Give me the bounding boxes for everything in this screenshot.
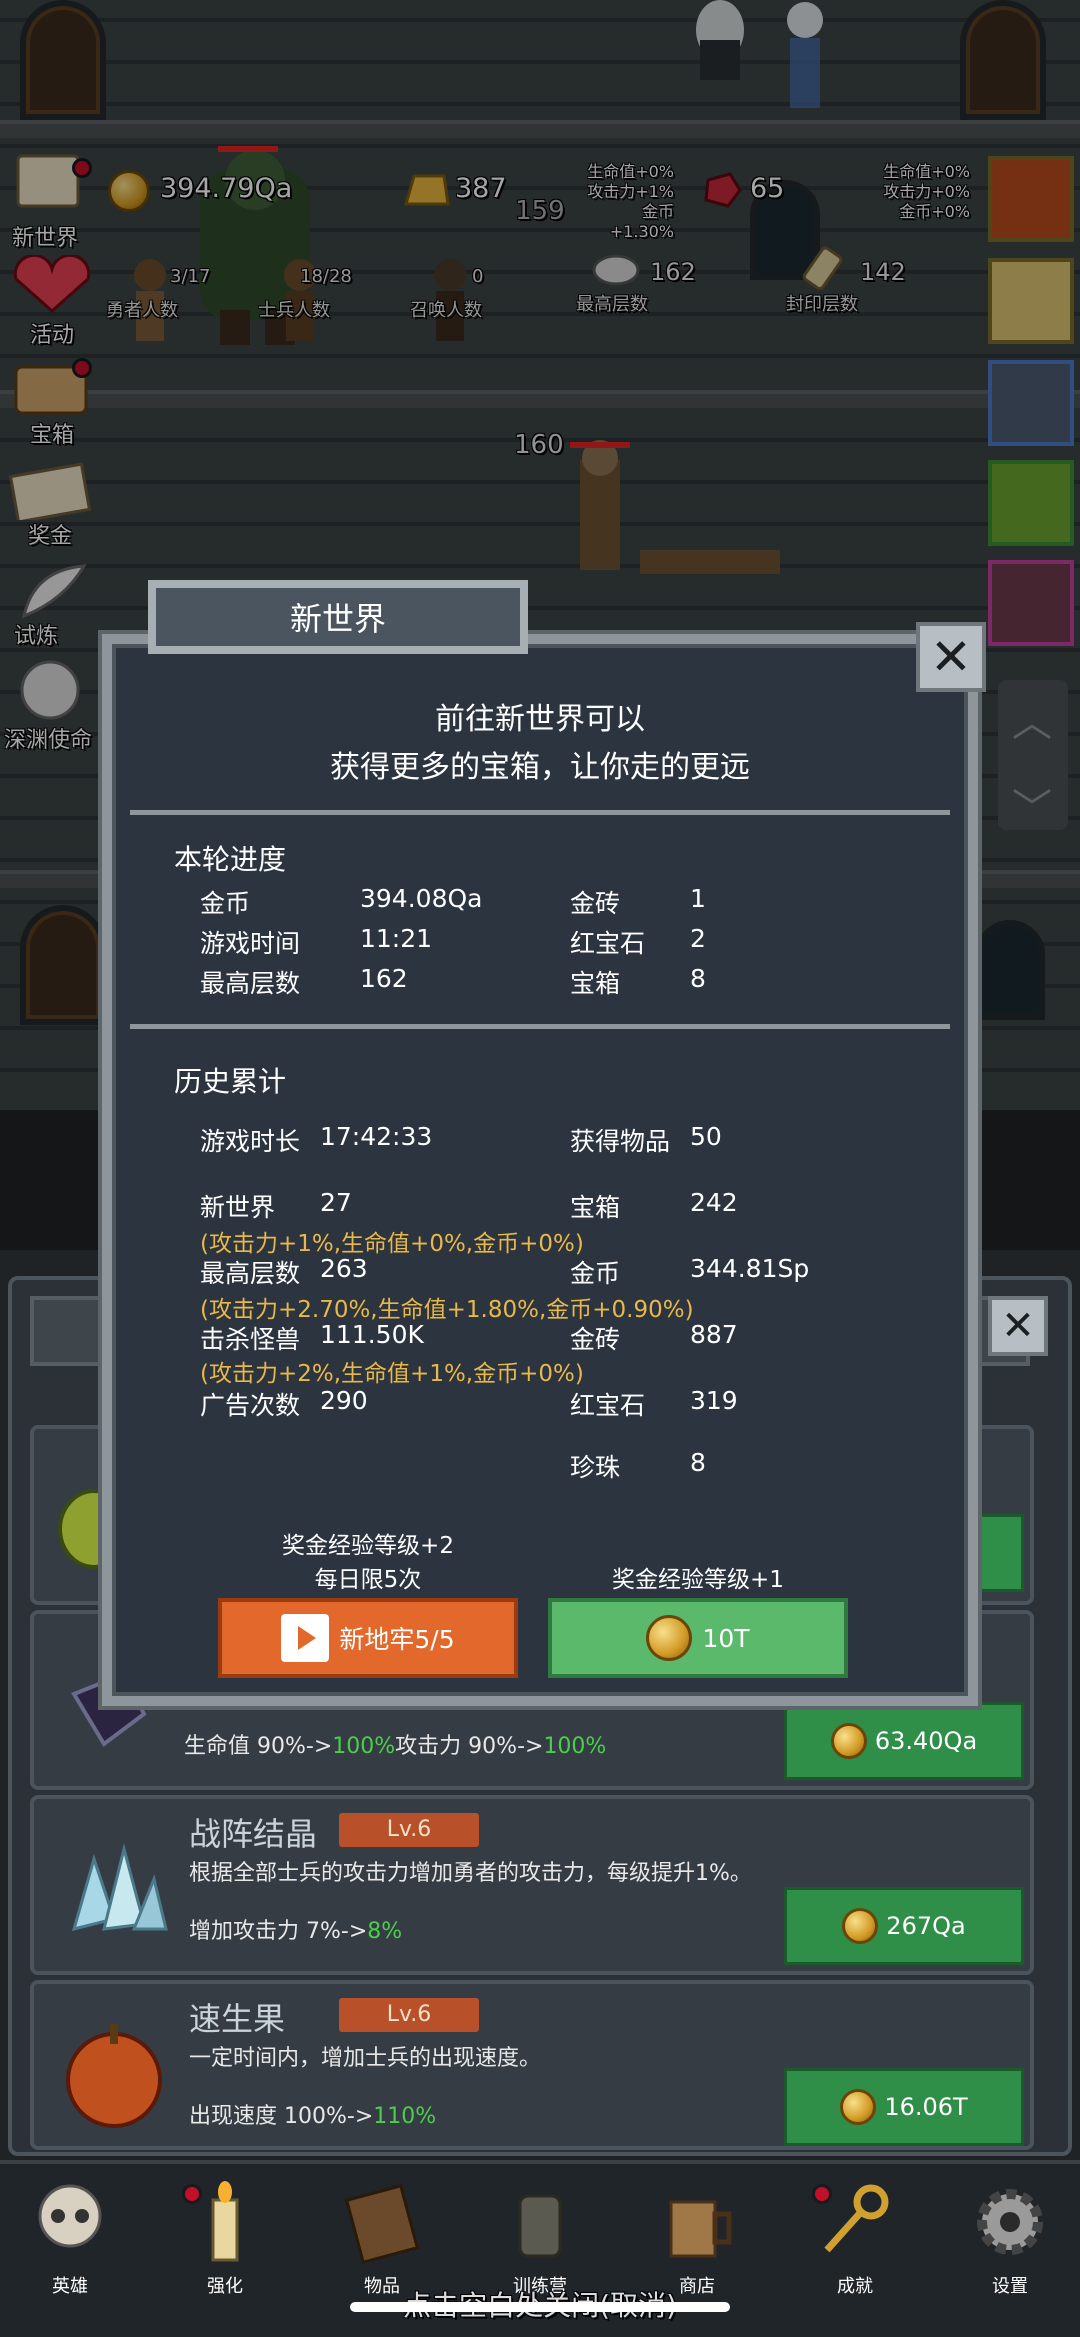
history-bonus: (攻击力+2.70%,生命值+1.80%,金币+0.90%) xyxy=(200,1297,694,1323)
history-value: 319 xyxy=(690,1386,738,1415)
pay-gold-new-dungeon-button[interactable]: 10T xyxy=(548,1598,848,1678)
history-value: 344.81Sp xyxy=(690,1254,810,1283)
crystal-cluster-icon xyxy=(71,1843,168,1932)
modal-intro-line: 获得更多的宝箱，让你走的更远 xyxy=(330,750,750,785)
stat-text: 攻击力 90%-> xyxy=(395,1734,544,1759)
gold-coin-icon xyxy=(830,1723,867,1759)
divider xyxy=(130,1024,950,1029)
stat-text: 生命值 90%-> xyxy=(184,1734,333,1759)
reward-caption: 每日限5次 xyxy=(314,1567,422,1593)
button-label: 新地牢5/5 xyxy=(339,1625,455,1654)
stat-up-value: 100% xyxy=(543,1734,607,1759)
apple-icon xyxy=(66,2024,162,2128)
card-desc: 根据全部士兵的攻击力增加勇者的攻击力，每级提升1%。 xyxy=(189,1861,752,1886)
card-desc: 一定时间内，增加士兵的出现速度。 xyxy=(189,2046,542,2071)
history-value: 263 xyxy=(320,1254,368,1283)
history-label: 游戏时长 xyxy=(200,1127,301,1156)
card-stat-line: 出现速度 100%->110% xyxy=(189,2098,436,2130)
round-value: 1 xyxy=(690,884,706,913)
gold-coin-icon xyxy=(840,2089,877,2125)
gear-icon xyxy=(977,2189,1043,2255)
history-bonus: (攻击力+1%,生命值+0%,金币+0%) xyxy=(200,1231,584,1257)
stat-text: 增加攻击力 7%-> xyxy=(189,1919,368,1944)
home-indicator xyxy=(350,2302,730,2312)
round-label: 金砖 xyxy=(570,889,621,918)
modal-title: 新世界 xyxy=(148,580,528,654)
section-title-history: 历史累计 xyxy=(174,1065,287,1098)
upgrade-card: 战阵结晶 Lv.6 根据全部士兵的攻击力增加勇者的攻击力，每级提升1%。 增加攻… xyxy=(30,1795,1034,1975)
reward-caption: 奖金经验等级+2 xyxy=(282,1533,454,1559)
round-label: 最高层数 xyxy=(200,969,301,998)
modal-close-button[interactable]: ✕ xyxy=(916,622,986,692)
notification-dot xyxy=(182,2184,202,2204)
card-stat-line: 生命值 90%->100%攻击力 90%->100% xyxy=(184,1728,606,1760)
upgrade-card: 速生果 Lv.6 一定时间内，增加士兵的出现速度。 出现速度 100%->110… xyxy=(30,1980,1034,2150)
price-label: 267Qa xyxy=(886,1912,966,1940)
history-label: 广告次数 xyxy=(200,1391,301,1420)
history-label: 珍珠 xyxy=(570,1453,621,1482)
history-value: 111.50K xyxy=(320,1320,424,1349)
buy-button[interactable]: 63.40Qa xyxy=(784,1702,1024,1780)
round-value: 162 xyxy=(360,964,408,993)
price-label: 16.06T xyxy=(884,2093,968,2121)
history-label: 金砖 xyxy=(570,1325,621,1354)
stat-up-value: 110% xyxy=(373,2104,437,2129)
mug-icon xyxy=(669,2200,732,2258)
history-label: 获得物品 xyxy=(570,1127,671,1156)
gold-coin-icon xyxy=(646,1615,693,1661)
level-badge: Lv.6 xyxy=(339,1998,479,2032)
modal-intro-line: 前往新世界可以 xyxy=(435,702,645,737)
level-badge: Lv.6 xyxy=(339,1813,479,1847)
round-value: 394.08Qa xyxy=(360,884,483,913)
divider xyxy=(130,810,950,815)
stat-text: 出现速度 100%-> xyxy=(189,2104,374,2129)
watch-ad-new-dungeon-button[interactable]: 新地牢5/5 xyxy=(218,1598,518,1678)
history-label: 最高层数 xyxy=(200,1259,301,1288)
buy-button[interactable]: 267Qa xyxy=(784,1887,1024,1965)
round-label: 游戏时间 xyxy=(200,929,301,958)
round-value: 8 xyxy=(690,964,706,993)
list-close-button[interactable]: ✕ xyxy=(988,1296,1048,1356)
history-value: 242 xyxy=(690,1188,738,1217)
round-label: 宝箱 xyxy=(570,969,621,998)
stat-up-value: 8% xyxy=(367,1919,403,1944)
history-value: 290 xyxy=(320,1386,368,1415)
round-label: 金币 xyxy=(200,889,251,918)
price-label: 63.40Qa xyxy=(874,1727,978,1755)
reward-caption: 奖金经验等级+1 xyxy=(612,1567,784,1593)
history-value: 887 xyxy=(690,1320,738,1349)
history-bonus: (攻击力+2%,生命值+1%,金币+0%) xyxy=(200,1361,584,1387)
gold-coin-icon xyxy=(842,1908,879,1944)
history-label: 新世界 xyxy=(200,1193,276,1222)
stat-up-value: 100% xyxy=(332,1734,396,1759)
history-value: 8 xyxy=(690,1448,706,1477)
history-label: 红宝石 xyxy=(570,1391,646,1420)
history-value: 50 xyxy=(690,1122,722,1151)
button-label: 10T xyxy=(702,1623,750,1653)
round-label: 红宝石 xyxy=(570,929,646,958)
video-icon xyxy=(281,1614,330,1662)
history-label: 击杀怪兽 xyxy=(200,1325,301,1354)
buy-button[interactable]: 16.06T xyxy=(784,2068,1024,2146)
history-label: 金币 xyxy=(570,1259,621,1288)
round-value: 2 xyxy=(690,924,706,953)
card-stat-line: 增加攻击力 7%->8% xyxy=(189,1913,402,1945)
lantern-icon xyxy=(518,2194,562,2258)
card-title: 速生果 xyxy=(189,2000,286,2038)
section-title-round: 本轮进度 xyxy=(174,843,287,876)
history-label: 宝箱 xyxy=(570,1193,621,1222)
history-value: 17:42:33 xyxy=(320,1122,433,1151)
card-title: 战阵结晶 xyxy=(189,1815,318,1853)
skull-icon xyxy=(38,2184,102,2248)
notification-dot xyxy=(812,2184,832,2204)
round-value: 11:21 xyxy=(360,924,433,953)
history-value: 27 xyxy=(320,1188,352,1217)
book-icon xyxy=(344,2184,420,2264)
